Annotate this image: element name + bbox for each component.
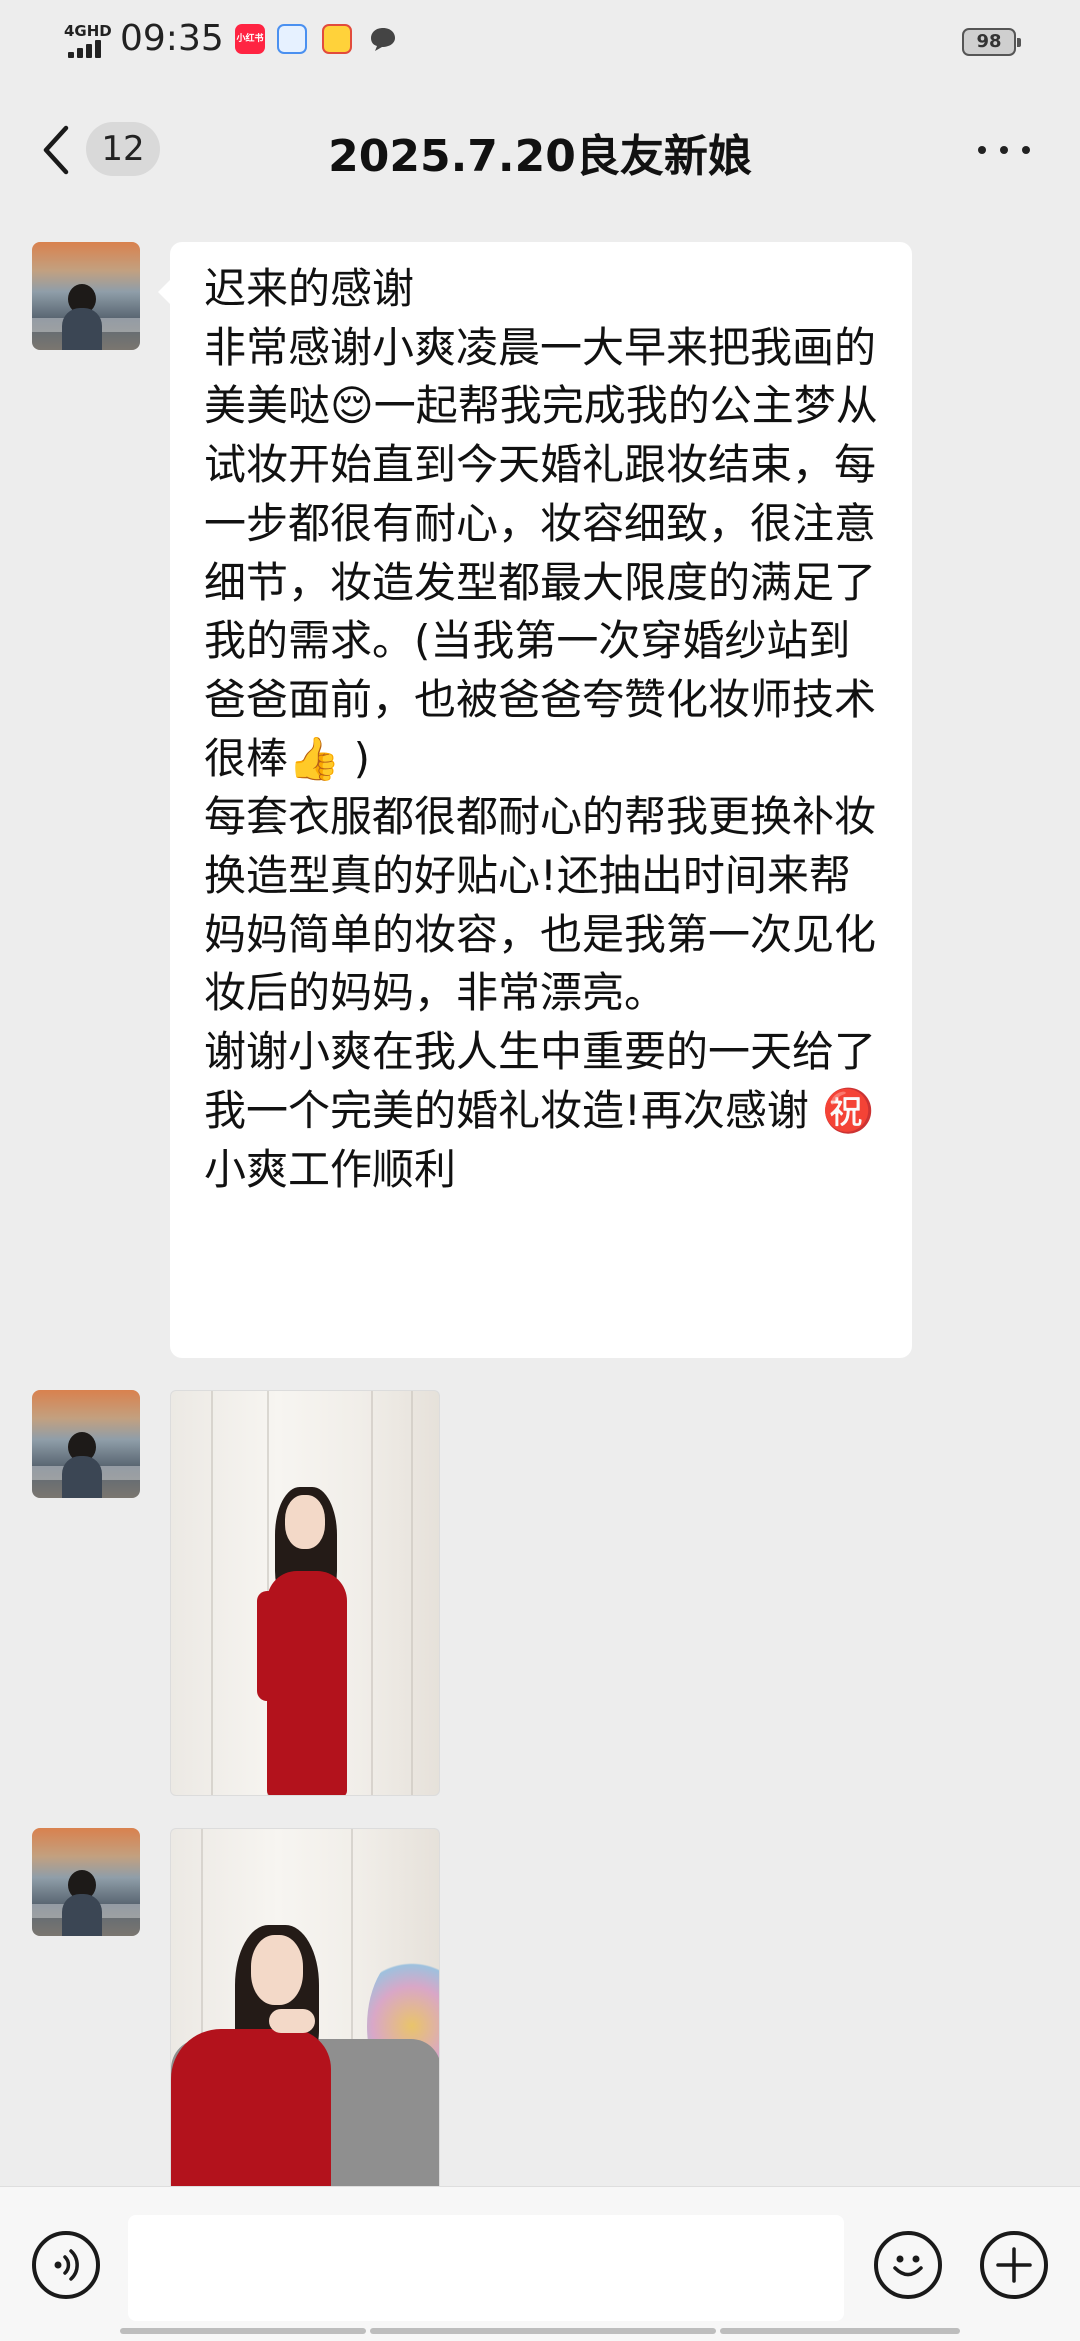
- signal-icon: 4GHD: [62, 22, 112, 60]
- message-bubble[interactable]: 迟来的感谢 非常感谢小爽凌晨一大早来把我画的美美哒😌一起帮我完成我的公主梦从试妆…: [158, 242, 912, 1358]
- input-bar: [0, 2186, 1080, 2341]
- emoji-icon: [893, 2255, 923, 2277]
- sender-avatar[interactable]: [32, 1390, 140, 1498]
- nav-indicator: [370, 2328, 716, 2334]
- xiaohongshu-icon: 小红书: [235, 24, 265, 54]
- chat-bubble-icon: [368, 24, 398, 54]
- game-app-icon: [322, 24, 352, 54]
- nav-indicator: [720, 2328, 960, 2334]
- chat-header: 12 2025.7.20良友新娘: [0, 90, 1080, 210]
- battery-icon: 98: [962, 28, 1021, 56]
- status-bar: 4GHD 09:35 小红书 98: [0, 0, 1080, 80]
- more-dots-icon: [978, 146, 986, 154]
- blue-app-icon: [277, 24, 307, 54]
- message-text: 迟来的感谢 非常感谢小爽凌晨一大早来把我画的美美哒😌一起帮我完成我的公主梦从试妆…: [204, 264, 878, 1194]
- network-type: 4GHD: [64, 22, 112, 40]
- message-image[interactable]: [170, 1390, 440, 1796]
- chat-title: 2025.7.20良友新娘: [328, 131, 752, 182]
- status-time: 09:35: [120, 18, 224, 59]
- plus-icon: [996, 2247, 1032, 2283]
- message-image[interactable]: [170, 1828, 440, 2186]
- battery-level: 98: [976, 31, 1002, 52]
- sender-avatar[interactable]: [32, 1828, 140, 1936]
- more-button[interactable]: [974, 138, 1034, 162]
- voice-button[interactable]: [32, 2231, 100, 2299]
- voice-icon: [54, 2249, 79, 2281]
- message-input[interactable]: [128, 2215, 844, 2321]
- plus-button[interactable]: [980, 2231, 1048, 2299]
- sender-avatar[interactable]: [32, 242, 140, 350]
- nav-indicator: [120, 2328, 366, 2334]
- emoji-button[interactable]: [874, 2231, 942, 2299]
